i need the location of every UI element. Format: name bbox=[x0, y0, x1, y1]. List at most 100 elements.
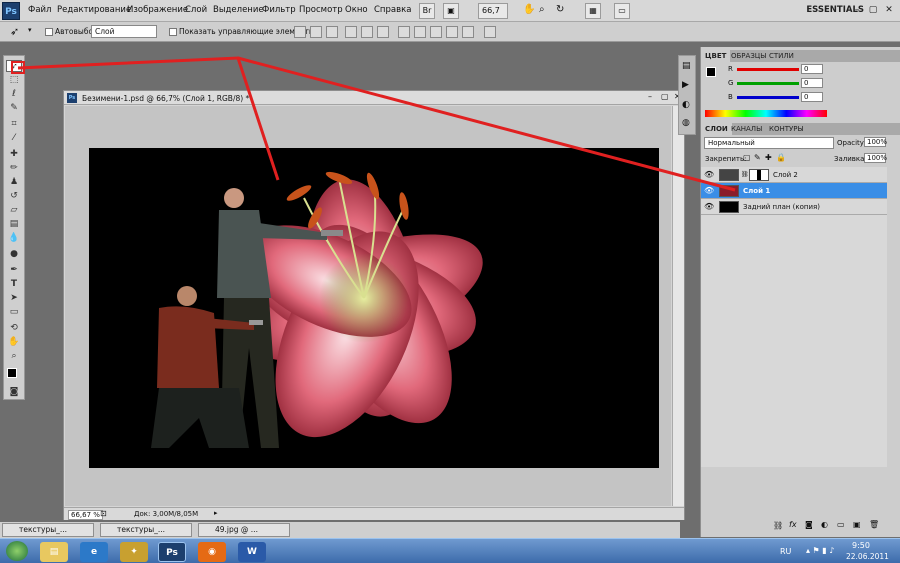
document-image[interactable] bbox=[89, 148, 659, 468]
close-icon[interactable]: ✕ bbox=[882, 3, 896, 17]
dodge-tool-icon[interactable]: ● bbox=[6, 248, 22, 260]
clock-date[interactable]: 22.06.2011 bbox=[846, 552, 889, 561]
clone-stamp-tool-icon[interactable]: ♟ bbox=[6, 176, 22, 188]
maximize-icon[interactable]: ▢ bbox=[866, 3, 880, 17]
zoom-percent-field[interactable]: 66,67 % bbox=[68, 510, 103, 520]
align-hcenter-icon[interactable] bbox=[361, 26, 373, 38]
move-tool-icon[interactable]: ➶ bbox=[10, 25, 19, 38]
arrange-documents-icon[interactable]: ▦ bbox=[585, 3, 601, 19]
clock-time[interactable]: 9:50 bbox=[852, 541, 870, 550]
brush-tool-icon[interactable]: ✏ bbox=[6, 162, 22, 174]
b-value[interactable]: 0 bbox=[801, 92, 823, 102]
tab-paths[interactable]: КОНТУРЫ bbox=[765, 123, 808, 135]
distribute-vcenter-icon[interactable] bbox=[414, 26, 426, 38]
blend-mode-dropdown[interactable]: Нормальный bbox=[704, 137, 834, 149]
actions-panel-icon[interactable]: ▶ bbox=[682, 80, 689, 90]
firefox-icon[interactable]: ◉ bbox=[198, 542, 226, 562]
menu-layer[interactable]: Слой bbox=[185, 5, 207, 15]
gradient-tool-icon[interactable]: ▤ bbox=[6, 218, 22, 230]
lasso-tool-icon[interactable]: ℓ bbox=[6, 88, 22, 100]
fx-icon[interactable]: fx bbox=[789, 520, 797, 529]
menu-view[interactable]: Просмотр bbox=[299, 5, 343, 15]
layer-row-2[interactable]: 👁 ⛓ Слой 2 bbox=[701, 167, 887, 183]
opacity-field[interactable]: 100% bbox=[864, 137, 887, 147]
distribute-left-icon[interactable] bbox=[446, 26, 458, 38]
layer-row-1-selected[interactable]: 👁 Слой 1 bbox=[701, 183, 887, 199]
quick-select-tool-icon[interactable]: ✎ bbox=[6, 102, 22, 114]
app-icon[interactable]: ✦ bbox=[120, 542, 148, 562]
visibility-eye-icon[interactable]: 👁 bbox=[704, 186, 714, 196]
zoom-tool-icon[interactable]: ⌕ bbox=[6, 350, 22, 362]
history-brush-tool-icon[interactable]: ↺ bbox=[6, 190, 22, 202]
ie-icon[interactable]: e bbox=[80, 542, 108, 562]
g-value[interactable]: 0 bbox=[801, 78, 823, 88]
hand-icon[interactable]: ✋ bbox=[523, 4, 535, 15]
adjustments-panel-icon[interactable]: ◐ bbox=[682, 100, 690, 110]
visibility-eye-icon[interactable]: 👁 bbox=[704, 170, 714, 180]
status-menu-chevron-icon[interactable]: ▸ bbox=[214, 509, 218, 517]
autoselect-checkbox[interactable] bbox=[45, 28, 53, 36]
link-layers-icon[interactable]: ⛓ bbox=[773, 521, 783, 530]
layer-name[interactable]: Слой 1 bbox=[743, 187, 770, 195]
b-slider[interactable] bbox=[737, 96, 799, 99]
adjustment-layer-icon[interactable]: ◐ bbox=[821, 520, 828, 529]
canvas-area[interactable] bbox=[65, 106, 671, 506]
eyedropper-tool-icon[interactable]: ⁄ bbox=[6, 132, 22, 144]
history-panel-icon[interactable]: ▤ bbox=[682, 61, 691, 71]
chain-link-icon[interactable]: ⛓ bbox=[741, 171, 749, 178]
status-info-icon[interactable]: ⊡ bbox=[100, 509, 107, 518]
auto-align-icon[interactable] bbox=[484, 26, 496, 38]
tab-channels[interactable]: КАНАЛЫ bbox=[727, 123, 766, 135]
healing-brush-tool-icon[interactable]: ✚ bbox=[6, 148, 22, 160]
r-value[interactable]: 0 bbox=[801, 64, 823, 74]
align-right-icon[interactable] bbox=[377, 26, 389, 38]
document-title-bar[interactable]: Ps Безимени-1.psd @ 66,7% (Слой 1, RGB/8… bbox=[64, 91, 684, 105]
3d-rotate-tool-icon[interactable]: ⟲ bbox=[6, 322, 22, 334]
delete-layer-icon[interactable]: 🗑 bbox=[869, 520, 879, 529]
color-spectrum-ramp[interactable] bbox=[705, 110, 827, 117]
marquee-tool-icon[interactable]: ⬚ bbox=[6, 74, 22, 86]
lock-all-icon[interactable]: 🔒 bbox=[776, 153, 786, 162]
g-slider[interactable] bbox=[737, 82, 799, 85]
photoshop-icon[interactable]: Ps bbox=[158, 542, 186, 562]
menu-window[interactable]: Окно bbox=[345, 5, 368, 15]
minibridge-icon[interactable]: ▣ bbox=[443, 3, 459, 19]
menu-filter[interactable]: Фильтр bbox=[262, 5, 296, 15]
doc-tab-textures-1[interactable]: текстуры_... bbox=[2, 523, 94, 537]
blur-tool-icon[interactable]: 💧 bbox=[6, 232, 22, 244]
align-left-icon[interactable] bbox=[345, 26, 357, 38]
shape-tool-icon[interactable]: ▭ bbox=[6, 306, 22, 318]
screen-mode-icon[interactable]: ▭ bbox=[614, 3, 630, 19]
foreground-color-swatch[interactable] bbox=[7, 368, 17, 378]
tab-styles[interactable]: СТИЛИ bbox=[765, 50, 798, 62]
minimize-icon[interactable]: – bbox=[850, 3, 864, 17]
distribute-hcenter-icon[interactable] bbox=[462, 26, 474, 38]
path-select-tool-icon[interactable]: ➤ bbox=[6, 292, 22, 304]
align-bottom-icon[interactable] bbox=[326, 26, 338, 38]
add-mask-icon[interactable]: ◙ bbox=[805, 520, 813, 529]
masks-panel-icon[interactable]: ◍ bbox=[682, 118, 690, 128]
new-group-icon[interactable]: ▭ bbox=[837, 520, 845, 529]
layer-name[interactable]: Слой 2 bbox=[773, 171, 798, 179]
tool-preset-chevron-icon[interactable]: ▾ bbox=[28, 26, 32, 34]
menu-help[interactable]: Справка bbox=[374, 5, 411, 15]
layer-mask-thumbnail[interactable] bbox=[749, 169, 769, 181]
hand-tool-icon[interactable]: ✋ bbox=[6, 336, 22, 348]
eraser-tool-icon[interactable]: ▱ bbox=[6, 204, 22, 216]
explorer-icon[interactable]: ▤ bbox=[40, 542, 68, 562]
panel-foreground-swatch[interactable] bbox=[706, 67, 716, 77]
lock-pixels-icon[interactable]: ✎ bbox=[754, 153, 761, 162]
layer-name[interactable]: Задний план (копия) bbox=[743, 203, 820, 211]
align-top-icon[interactable] bbox=[294, 26, 306, 38]
menu-file[interactable]: Файл bbox=[28, 5, 51, 15]
visibility-eye-icon[interactable]: 👁 bbox=[704, 202, 714, 212]
doc-tab-textures-2[interactable]: текстуры_... bbox=[100, 523, 192, 537]
align-vcenter-icon[interactable] bbox=[310, 26, 322, 38]
distribute-top-icon[interactable] bbox=[398, 26, 410, 38]
zoom-icon[interactable]: ⌕ bbox=[539, 4, 545, 15]
menu-select[interactable]: Выделение bbox=[213, 5, 264, 15]
tray-icons[interactable]: ▴ ⚑ ▮ ♪ bbox=[806, 546, 834, 555]
distribute-bottom-icon[interactable] bbox=[430, 26, 442, 38]
menu-image[interactable]: Изображение bbox=[127, 5, 188, 15]
layer-row-background-copy[interactable]: 👁 Задний план (копия) bbox=[701, 199, 887, 215]
